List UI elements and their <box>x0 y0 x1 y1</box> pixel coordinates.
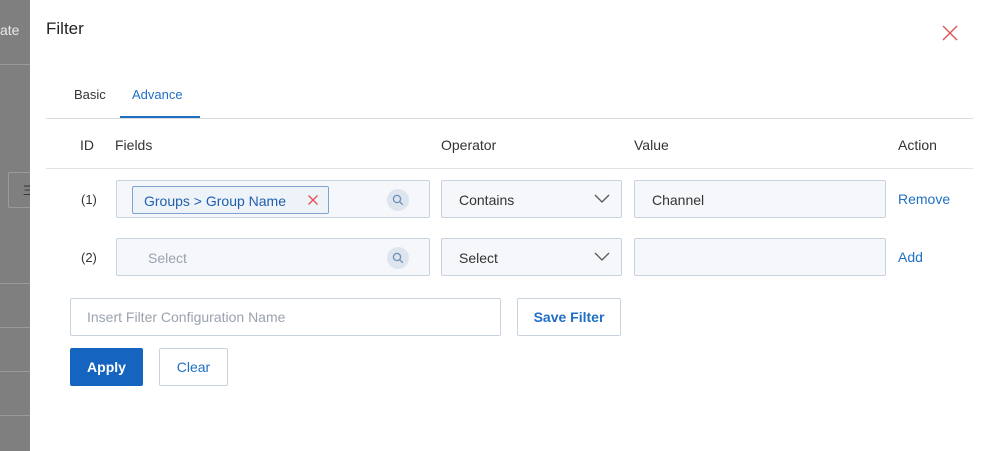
tab-advance[interactable]: Advance <box>132 87 183 102</box>
field-chip-label: Groups > Group Name <box>144 193 287 209</box>
apply-button[interactable]: Apply <box>70 348 143 386</box>
search-icon[interactable] <box>387 189 409 211</box>
backdrop-divider <box>0 371 30 372</box>
row-1-value-text: Channel <box>652 192 705 208</box>
header-id: ID <box>80 137 94 153</box>
remove-chip-icon[interactable] <box>307 194 319 206</box>
row-1-value-input[interactable]: Channel <box>634 180 886 218</box>
search-icon[interactable] <box>387 247 409 269</box>
chevron-down-icon <box>594 252 610 261</box>
page-backdrop: ate Ξ <box>0 0 30 451</box>
header-action: Action <box>898 137 937 153</box>
remove-link[interactable]: Remove <box>898 191 950 207</box>
field-chip: Groups > Group Name <box>132 186 329 214</box>
row-2-field-placeholder: Select <box>148 250 187 266</box>
backdrop-menu-glyph: Ξ <box>23 182 30 198</box>
filter-config-name-input[interactable] <box>70 298 501 336</box>
add-link[interactable]: Add <box>898 249 923 265</box>
row-2-value-input[interactable] <box>634 238 886 276</box>
row-1-field-select[interactable]: Groups > Group Name <box>116 180 430 218</box>
backdrop-divider <box>0 415 30 416</box>
clear-button[interactable]: Clear <box>159 348 228 386</box>
row-1-id: (1) <box>81 192 97 207</box>
header-fields: Fields <box>115 137 153 153</box>
row-1-operator-value: Contains <box>459 192 515 208</box>
tab-basic[interactable]: Basic <box>74 87 106 102</box>
dialog-title: Filter <box>46 19 84 38</box>
row-2-field-select[interactable]: Select <box>116 238 430 276</box>
backdrop-menu-button: Ξ <box>8 172 30 208</box>
row-2-operator-value: Select <box>459 250 498 266</box>
chevron-down-icon <box>594 194 610 203</box>
row-2-id: (2) <box>81 250 97 265</box>
backdrop-divider <box>0 283 30 284</box>
backdrop-partial-text: ate <box>0 22 20 38</box>
filter-tabs: Basic Advance <box>46 78 973 119</box>
row-2-operator-select[interactable]: Select <box>441 238 622 276</box>
header-operator: Operator <box>441 137 497 153</box>
header-divider <box>46 168 973 169</box>
close-icon[interactable] <box>941 24 959 42</box>
active-tab-indicator <box>120 116 200 118</box>
header-value: Value <box>634 137 669 153</box>
backdrop-divider <box>0 327 30 328</box>
save-filter-button[interactable]: Save Filter <box>517 298 621 336</box>
row-1-operator-select[interactable]: Contains <box>441 180 622 218</box>
backdrop-divider <box>0 64 30 65</box>
filter-dialog: Filter Basic Advance ID Fields Operator … <box>30 0 988 451</box>
